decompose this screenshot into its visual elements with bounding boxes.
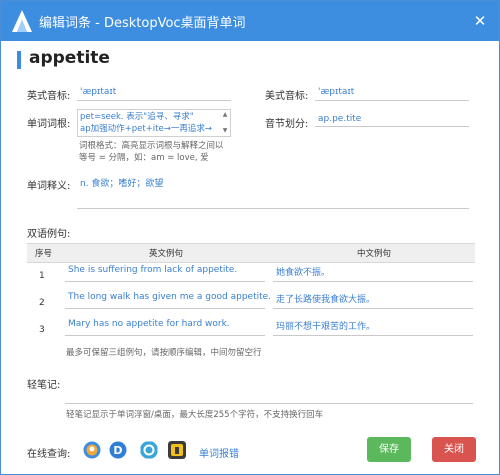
root-textarea[interactable]: pet=seek. 表示"追寻、寻求" ap加强动作+pet+ite→一再追求→… (77, 109, 231, 137)
uk-phonetic-label: 英式音标: (27, 91, 71, 102)
row-2-en-underline (65, 308, 265, 309)
close-button[interactable]: 关闭 (432, 437, 476, 462)
row-3-zh-underline (273, 335, 473, 336)
row-3-chinese[interactable]: 玛丽不想干艰苦的工作。 (276, 319, 375, 332)
us-phonetic-underline (315, 100, 469, 101)
dict-d-icon[interactable]: D (109, 441, 127, 459)
examples-hint: 最多可保留三组例句，请按顺序编辑，中间勿留空行 (66, 348, 262, 358)
edit-entry-dialog: 编辑词条 - DesktopVoc桌面背单词 ✕ appetite 英式音标: … (0, 0, 500, 475)
title-bar[interactable]: 编辑词条 - DesktopVoc桌面背单词 ✕ (1, 1, 499, 41)
meaning-input[interactable]: n. 食欲；嗜好；欲望 (80, 176, 163, 189)
uk-phonetic-underline (77, 100, 231, 101)
notes-hint: 轻笔记显示于单词浮窗/桌面，最大长度255个字符，不支持换行回车 (66, 410, 324, 420)
us-phonetic-label: 美式音标: (265, 91, 309, 102)
row-1-num: 1 (39, 271, 45, 281)
row-1-zh-underline (273, 281, 473, 282)
row-1-chinese[interactable]: 她食欲不振。 (276, 265, 330, 278)
word-accent-bar (17, 51, 21, 69)
scroll-up-icon[interactable]: ▲ (221, 111, 229, 119)
row-2-english[interactable]: The long walk has given me a good appeti… (68, 292, 271, 302)
row-3-num: 3 (39, 325, 45, 335)
bing-dict-icon[interactable] (140, 441, 158, 459)
window-title: 编辑词条 - DesktopVoc桌面背单词 (39, 16, 246, 31)
word-title: appetite (29, 48, 110, 68)
root-hint: 词根格式：高亮显示词根与解释之间以 等号 = 分隔，如：am = love, 爱 (79, 141, 224, 163)
notes-input[interactable] (65, 403, 473, 404)
row-1-en-underline (65, 281, 265, 282)
examples-table-header: 序号 英文例句 中文例句 (27, 243, 475, 263)
row-2-zh-underline (273, 308, 473, 309)
row-3-english[interactable]: Mary has no appetite for hard work. (68, 319, 230, 329)
col-header-english: 英文例句 (149, 249, 184, 259)
syllable-input[interactable]: ap.pe.tite (318, 114, 361, 124)
root-label: 单词词根: (27, 119, 71, 130)
meaning-label: 单词释义: (27, 181, 71, 192)
online-lookup-label: 在线查询: (27, 449, 71, 460)
row-3-en-underline (65, 335, 265, 336)
uk-phonetic-input[interactable]: 'æpɪtaɪt (80, 87, 116, 97)
col-header-chinese: 中文例句 (357, 249, 392, 259)
desktopvoc-logo-icon (12, 10, 32, 32)
syllable-underline (315, 126, 469, 127)
examples-label: 双语例句: (27, 229, 71, 240)
row-2-chinese[interactable]: 走了长路使我食欲大振。 (276, 292, 375, 305)
col-header-num: 序号 (35, 249, 53, 259)
meaning-underline (77, 208, 469, 209)
save-button[interactable]: 保存 (367, 437, 411, 462)
scroll-down-icon[interactable]: ▼ (221, 127, 229, 135)
us-phonetic-input[interactable]: 'æpɪtaɪt (318, 87, 354, 97)
root-text: pet=seek. 表示"追寻、寻求" ap加强动作+pet+ite→一再追求→ (80, 112, 212, 134)
syllable-label: 音节划分: (265, 119, 309, 130)
close-window-icon[interactable]: ✕ (469, 10, 491, 32)
row-2-num: 2 (39, 298, 45, 308)
report-error-link[interactable]: 单词报错 (199, 445, 239, 460)
svg-text:D: D (113, 444, 122, 457)
notes-label: 轻笔记: (27, 380, 61, 391)
youdao-dict-icon[interactable] (83, 441, 101, 459)
iciba-dict-icon[interactable] (168, 441, 186, 459)
row-1-english[interactable]: She is suffering from lack of appetite. (68, 265, 237, 275)
